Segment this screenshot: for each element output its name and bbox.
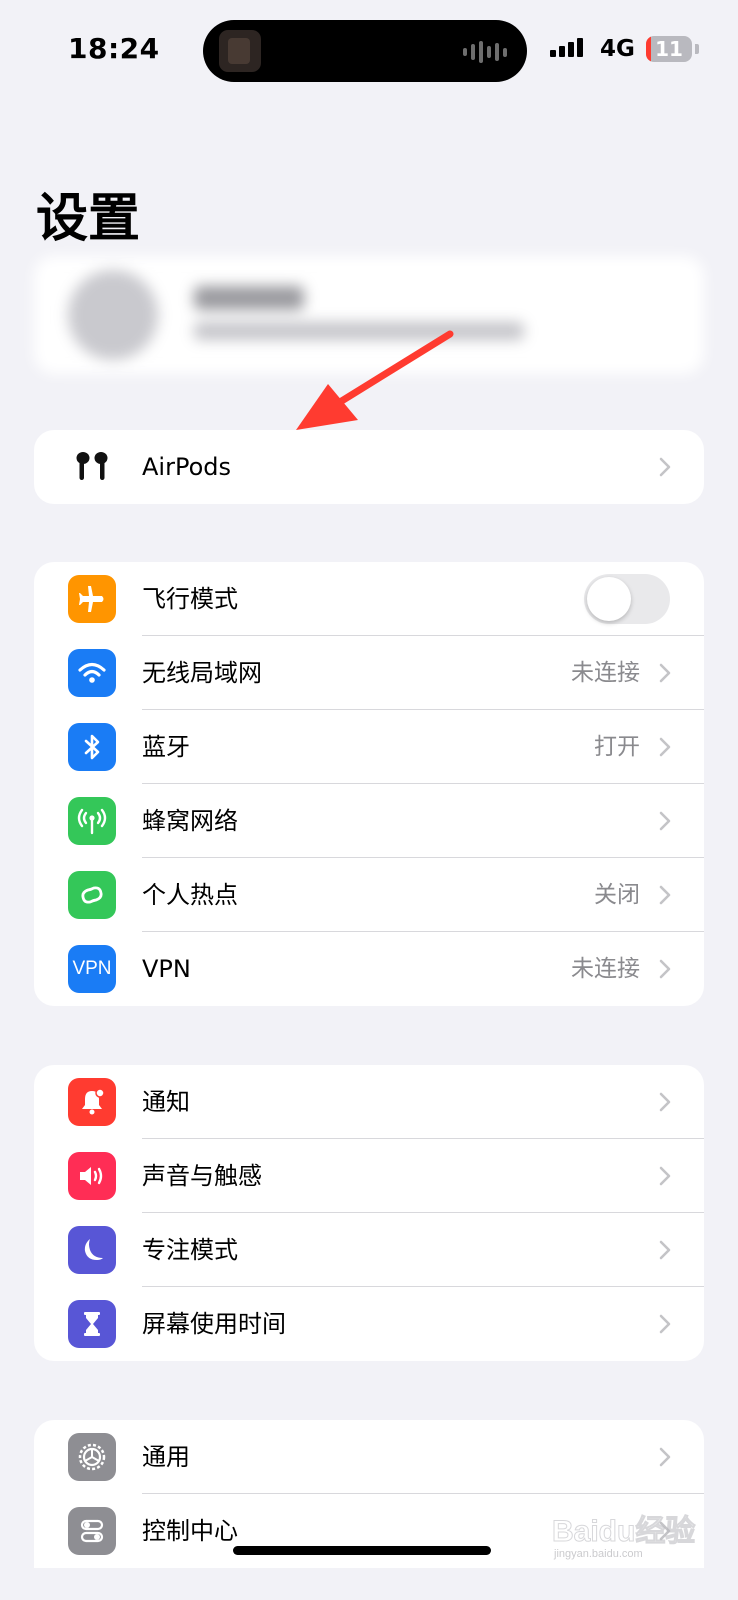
chevron-right-icon: [659, 1166, 671, 1186]
hotspot-row[interactable]: 个人热点 关闭: [34, 858, 704, 932]
general-row[interactable]: 通用: [34, 1420, 704, 1494]
watermark-url: jingyan.baidu.com: [554, 1548, 643, 1560]
vpn-icon-text: VPN: [72, 958, 112, 979]
wifi-status: 未连接: [571, 660, 640, 686]
cellular-row[interactable]: 蜂窝网络: [34, 784, 704, 858]
control-center-label: 控制中心: [142, 1517, 238, 1545]
focus-label: 专注模式: [142, 1236, 238, 1264]
home-indicator[interactable]: [233, 1546, 491, 1555]
chevron-right-icon: [659, 811, 671, 831]
cellular-antenna-icon: [68, 797, 116, 845]
hourglass-icon: [68, 1300, 116, 1348]
chevron-right-icon: [659, 1092, 671, 1112]
bluetooth-icon: [68, 723, 116, 771]
watermark-brand: Baidu经验: [551, 1515, 696, 1549]
notifications-label: 通知: [142, 1088, 190, 1116]
screen-time-row[interactable]: 屏幕使用时间: [34, 1287, 704, 1361]
airplane-mode-row[interactable]: 飞行模式: [34, 562, 704, 636]
bluetooth-row[interactable]: 蓝牙 打开: [34, 710, 704, 784]
airplane-mode-toggle[interactable]: [584, 574, 670, 624]
gear-icon: [68, 1433, 116, 1481]
moon-icon: [68, 1226, 116, 1274]
sounds-haptics-label: 声音与触感: [142, 1162, 262, 1190]
chevron-right-icon: [659, 1314, 671, 1334]
baidu-watermark: Baidu经验 jingyan.baidu.com: [551, 1500, 702, 1570]
speaker-icon: [68, 1152, 116, 1200]
notifications-row[interactable]: 通知: [34, 1065, 704, 1139]
hotspot-label: 个人热点: [142, 881, 238, 909]
sounds-haptics-row[interactable]: 声音与触感: [34, 1139, 704, 1213]
chevron-right-icon: [659, 663, 671, 683]
notification-bell-icon: [68, 1078, 116, 1126]
vpn-row[interactable]: VPN VPN 未连接: [34, 932, 704, 1006]
chevron-right-icon: [659, 1240, 671, 1260]
chevron-right-icon: [659, 1447, 671, 1467]
bluetooth-status: 打开: [594, 734, 640, 760]
chevron-right-icon: [659, 885, 671, 905]
control-center-icon: [68, 1507, 116, 1555]
vpn-label: VPN: [142, 955, 191, 983]
vpn-icon: VPN: [68, 945, 116, 993]
vpn-status: 未连接: [571, 956, 640, 982]
annotation-arrow-icon: [296, 330, 454, 430]
airplane-mode-label: 飞行模式: [142, 585, 238, 613]
wifi-row[interactable]: 无线局域网 未连接: [34, 636, 704, 710]
wifi-icon: [68, 649, 116, 697]
bluetooth-label: 蓝牙: [142, 733, 190, 761]
hotspot-icon: [68, 871, 116, 919]
wifi-label: 无线局域网: [142, 659, 262, 687]
notifications-group: 通知 声音与触感 专注模式 屏幕使用时间: [34, 1065, 704, 1361]
hotspot-status: 关闭: [594, 882, 640, 908]
cellular-label: 蜂窝网络: [142, 807, 238, 835]
screen-time-label: 屏幕使用时间: [142, 1310, 286, 1338]
general-label: 通用: [142, 1443, 190, 1471]
chevron-right-icon: [659, 959, 671, 979]
chevron-right-icon: [659, 737, 671, 757]
connectivity-group: 飞行模式 无线局域网 未连接 蓝牙 打开 蜂窝网络 个人热点 关闭 VPN VP…: [34, 562, 704, 1006]
airplane-icon: [68, 575, 116, 623]
focus-row[interactable]: 专注模式: [34, 1213, 704, 1287]
